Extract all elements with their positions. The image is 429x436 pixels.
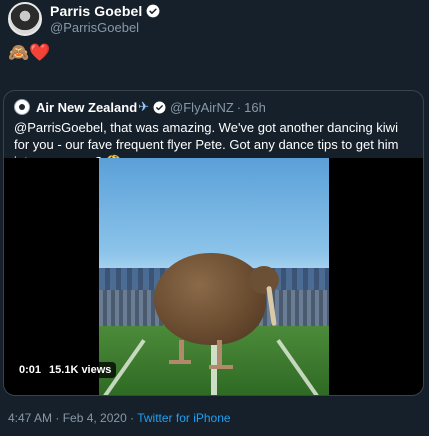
- quoted-handle[interactable]: @FlyAirNZ: [170, 100, 234, 115]
- meta-separator: ·: [126, 411, 138, 425]
- tweet-text: 🙈❤️: [8, 43, 51, 62]
- author-handle[interactable]: @ParrisGoebel: [50, 20, 160, 35]
- quoted-avatar[interactable]: [14, 99, 30, 115]
- verified-badge-icon: [153, 101, 166, 113]
- video-views: 15.1K views: [49, 364, 112, 376]
- verified-badge-icon: [146, 4, 160, 18]
- quoted-header: Air New Zealand ✈ @FlyAirNZ · 16h: [14, 99, 266, 115]
- quoted-time[interactable]: 16h: [244, 100, 266, 115]
- kiwi-bird-leg: [179, 340, 184, 362]
- avatar[interactable]: [8, 2, 42, 36]
- video-time: 0:01: [19, 364, 42, 376]
- video-player[interactable]: 0:01 15.1K views: [4, 158, 423, 395]
- tweet-meta: 4:47 AM · Feb 4, 2020 · Twitter for iPho…: [8, 411, 231, 425]
- video-stats-badge: 0:01 15.1K views: [14, 362, 117, 378]
- quoted-tweet[interactable]: Air New Zealand ✈ @FlyAirNZ · 16h @Parri…: [3, 90, 424, 396]
- tweet-source[interactable]: Twitter for iPhone: [137, 411, 230, 425]
- author-name[interactable]: Parris Goebel: [50, 3, 142, 19]
- quoted-name[interactable]: Air New Zealand: [36, 100, 137, 115]
- quoted-dot: ·: [236, 99, 242, 115]
- name-row: Parris Goebel: [50, 3, 160, 19]
- kiwi-bird-body: [154, 253, 266, 345]
- airplane-icon: ✈: [138, 99, 150, 114]
- kiwi-bird-leg: [217, 340, 222, 366]
- video-frame: [99, 158, 329, 395]
- kiwi-bird-foot: [209, 365, 233, 369]
- tweet-author[interactable]: Parris Goebel @ParrisGoebel: [8, 2, 160, 36]
- kiwi-bird-foot: [169, 360, 191, 364]
- tweet-timestamp[interactable]: 4:47 AM · Feb 4, 2020: [8, 411, 127, 425]
- author-text: Parris Goebel @ParrisGoebel: [50, 3, 160, 35]
- kiwi-bird-head: [249, 266, 279, 294]
